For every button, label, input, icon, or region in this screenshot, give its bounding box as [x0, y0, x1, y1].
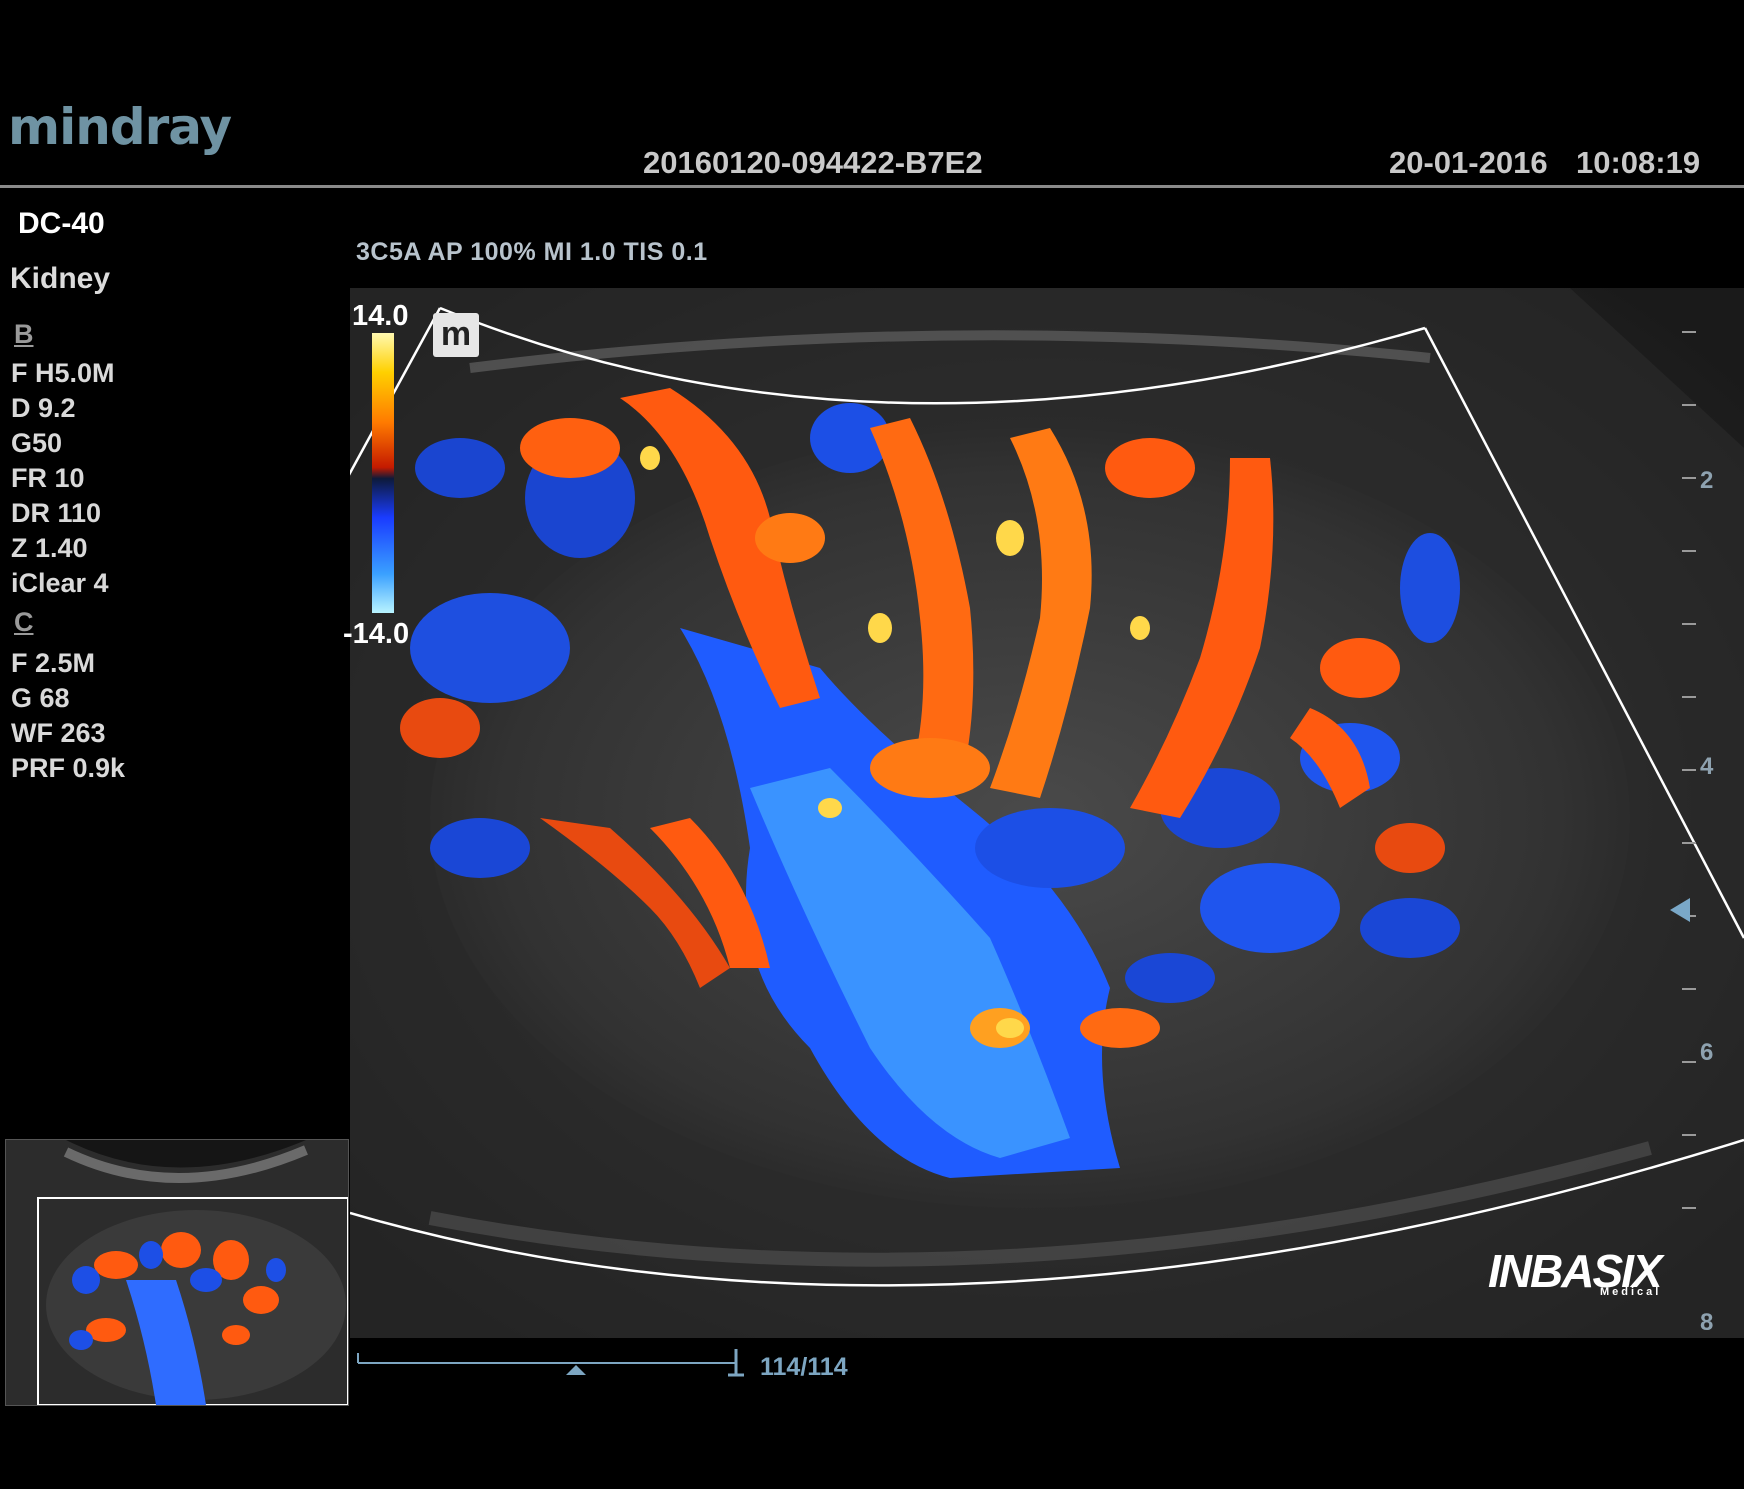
depth-scale: 2 4 6 8	[1670, 331, 1714, 1336]
depth-label-8: 8	[1700, 1309, 1713, 1336]
b-param-frequency: F H5.0M	[11, 358, 115, 388]
color-scale-min: -14.0	[343, 618, 410, 650]
b-param-zoom: Z 1.40	[11, 533, 88, 563]
c-param-frequency: F 2.5M	[11, 648, 96, 678]
ultrasound-image[interactable]	[350, 288, 1744, 1338]
b-param-depth: D 9.2	[11, 393, 76, 423]
cine-frame-counter: 114/114	[760, 1353, 848, 1381]
c-param-prf: PRF 0.9k	[11, 753, 126, 783]
cine-loop-bar[interactable]	[356, 1345, 746, 1385]
depth-label-2: 2	[1700, 467, 1713, 494]
b-param-gain: G50	[11, 428, 63, 458]
device-model: DC-40	[18, 207, 105, 240]
exam-preset: Kidney	[10, 262, 111, 295]
depth-label-4: 4	[1700, 753, 1714, 780]
watermark-sub: Medical	[1600, 1286, 1662, 1298]
c-param-wall-filter: WF 263	[11, 718, 106, 748]
exam-date: 20-01-2016	[1389, 145, 1548, 180]
depth-label-6: 6	[1700, 1039, 1713, 1066]
c-mode-params: F 2.5M G 68 WF 263 PRF 0.9k	[11, 646, 125, 786]
header-divider	[0, 185, 1744, 188]
exam-time: 10:08:19	[1576, 145, 1701, 180]
brand-logo: mindray	[8, 98, 232, 156]
b-mode-heading: B	[14, 319, 34, 349]
b-param-frame-rate: FR 10	[11, 463, 85, 493]
c-param-gain: G 68	[11, 683, 70, 713]
orientation-mark-icon: m	[433, 313, 479, 357]
color-scale-bar	[372, 333, 394, 613]
overview-thumbnail[interactable]	[5, 1139, 349, 1406]
exam-id: 20160120-094422-B7E2	[643, 145, 983, 180]
probe-settings: 3C5A AP 100% MI 1.0 TIS 0.1	[356, 238, 708, 266]
b-param-iclear: iClear 4	[11, 568, 109, 598]
b-mode-params: F H5.0M D 9.2 G50 FR 10 DR 110 Z 1.40 iC…	[11, 356, 115, 601]
c-mode-heading: C	[14, 607, 34, 637]
color-scale-max: 14.0	[352, 300, 409, 332]
focus-arrow-icon[interactable]	[1670, 898, 1690, 922]
b-param-dynamic-range: DR 110	[11, 498, 102, 528]
cine-marker-icon[interactable]	[566, 1365, 586, 1375]
